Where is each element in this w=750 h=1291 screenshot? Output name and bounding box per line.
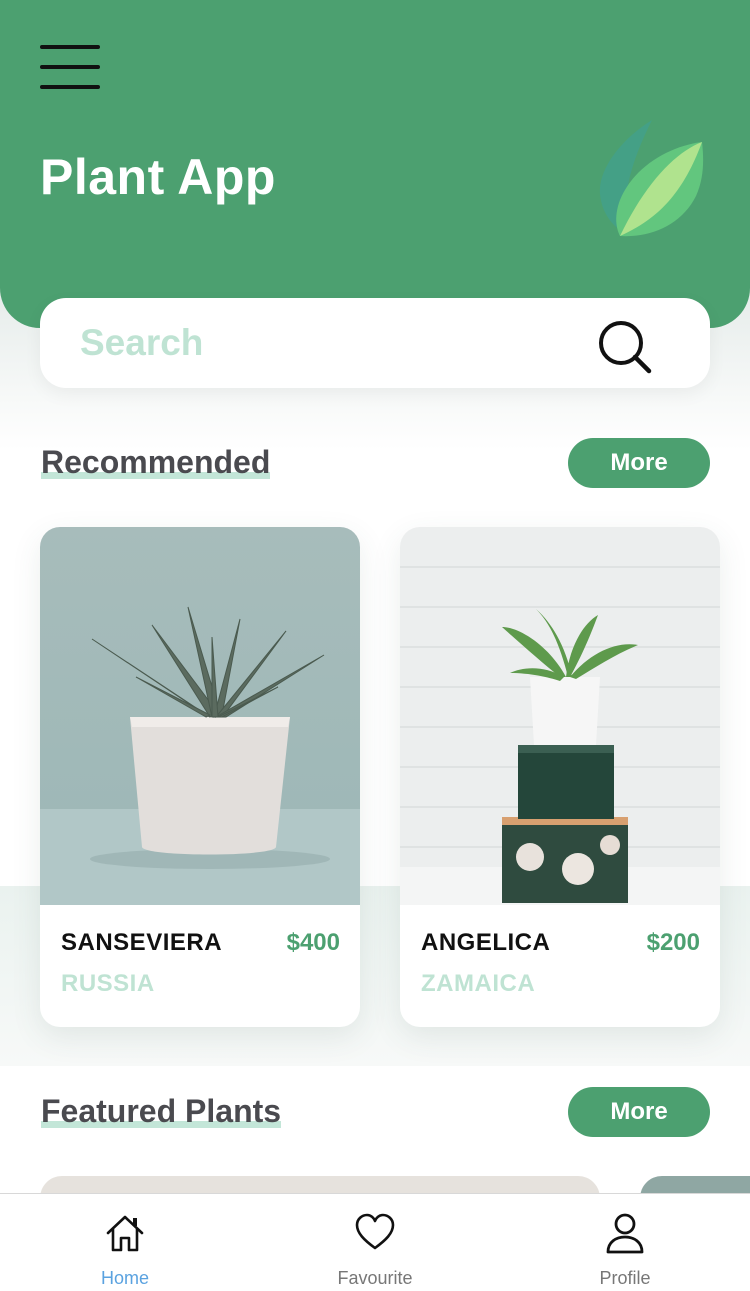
plant-country: RUSSIA <box>61 970 155 997</box>
plant-name: SANSEVIERA <box>61 929 223 956</box>
user-icon <box>606 1213 644 1254</box>
nav-home[interactable]: Home <box>0 1194 250 1291</box>
bottom-navigation: Home Favourite Profile <box>0 1193 750 1291</box>
plant-name: ANGELICA <box>421 929 551 956</box>
plant-price: $400 <box>286 929 340 956</box>
hamburger-menu-icon[interactable] <box>38 42 102 92</box>
plant-card-sanseviera[interactable]: SANSEVIERA $400 RUSSIA <box>40 527 360 1027</box>
recommended-title: Recommended <box>41 444 271 480</box>
home-icon <box>106 1215 144 1252</box>
heart-icon <box>355 1213 395 1250</box>
nav-favourite[interactable]: Favourite <box>250 1194 500 1291</box>
nav-profile-label: Profile <box>599 1268 651 1288</box>
nav-home-label: Home <box>100 1268 149 1288</box>
featured-title: Featured Plants <box>41 1093 282 1129</box>
nav-profile[interactable]: Profile <box>500 1194 750 1291</box>
plant-card-angelica[interactable]: ANGELICA $200 ZAMAICA <box>400 527 720 1027</box>
plant-country: ZAMAICA <box>421 970 536 997</box>
leaf-logo-icon <box>599 120 704 237</box>
featured-more-button[interactable]: More <box>568 1087 710 1137</box>
nav-favourite-label: Favourite <box>337 1268 413 1288</box>
plant-image-sanseviera <box>40 527 360 905</box>
plant-price: $200 <box>646 929 700 956</box>
app-title: Plant App <box>40 149 276 205</box>
search-icon[interactable] <box>596 318 654 376</box>
plant-image-angelica <box>400 527 720 905</box>
recommended-more-button[interactable]: More <box>568 438 710 488</box>
search-input[interactable] <box>80 318 560 368</box>
